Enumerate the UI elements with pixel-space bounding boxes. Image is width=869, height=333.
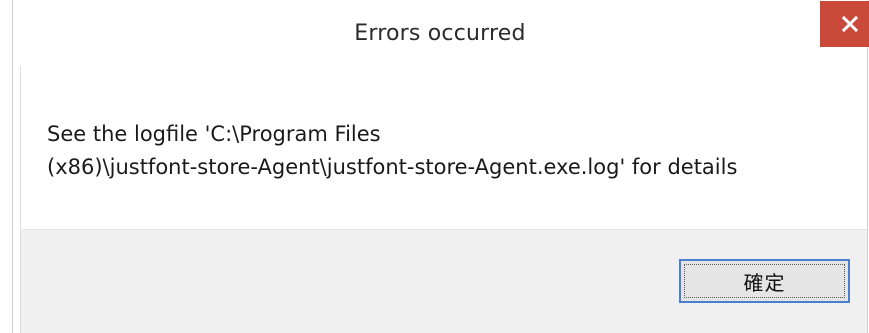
window-title: Errors occurred [354, 21, 526, 46]
dialog-content: See the logfile 'C:\Program Files (x86)\… [20, 66, 867, 229]
error-message-line-2: (x86)\justfont-store-Agent\justfont-stor… [47, 155, 738, 179]
dialog-footer: 確定 [20, 229, 867, 333]
close-button[interactable] [820, 1, 869, 47]
title-bar[interactable]: Errors occurred [13, 0, 869, 66]
ok-button-label: 確定 [743, 270, 786, 295]
window-border-right [867, 0, 868, 333]
error-message: See the logfile 'C:\Program Files (x86)\… [47, 118, 847, 184]
error-dialog: Errors occurred See the logfile 'C:\Prog… [0, 0, 869, 333]
close-icon [841, 15, 858, 33]
error-message-line-1: See the logfile 'C:\Program Files [47, 122, 381, 146]
ok-button[interactable]: 確定 [679, 259, 850, 303]
